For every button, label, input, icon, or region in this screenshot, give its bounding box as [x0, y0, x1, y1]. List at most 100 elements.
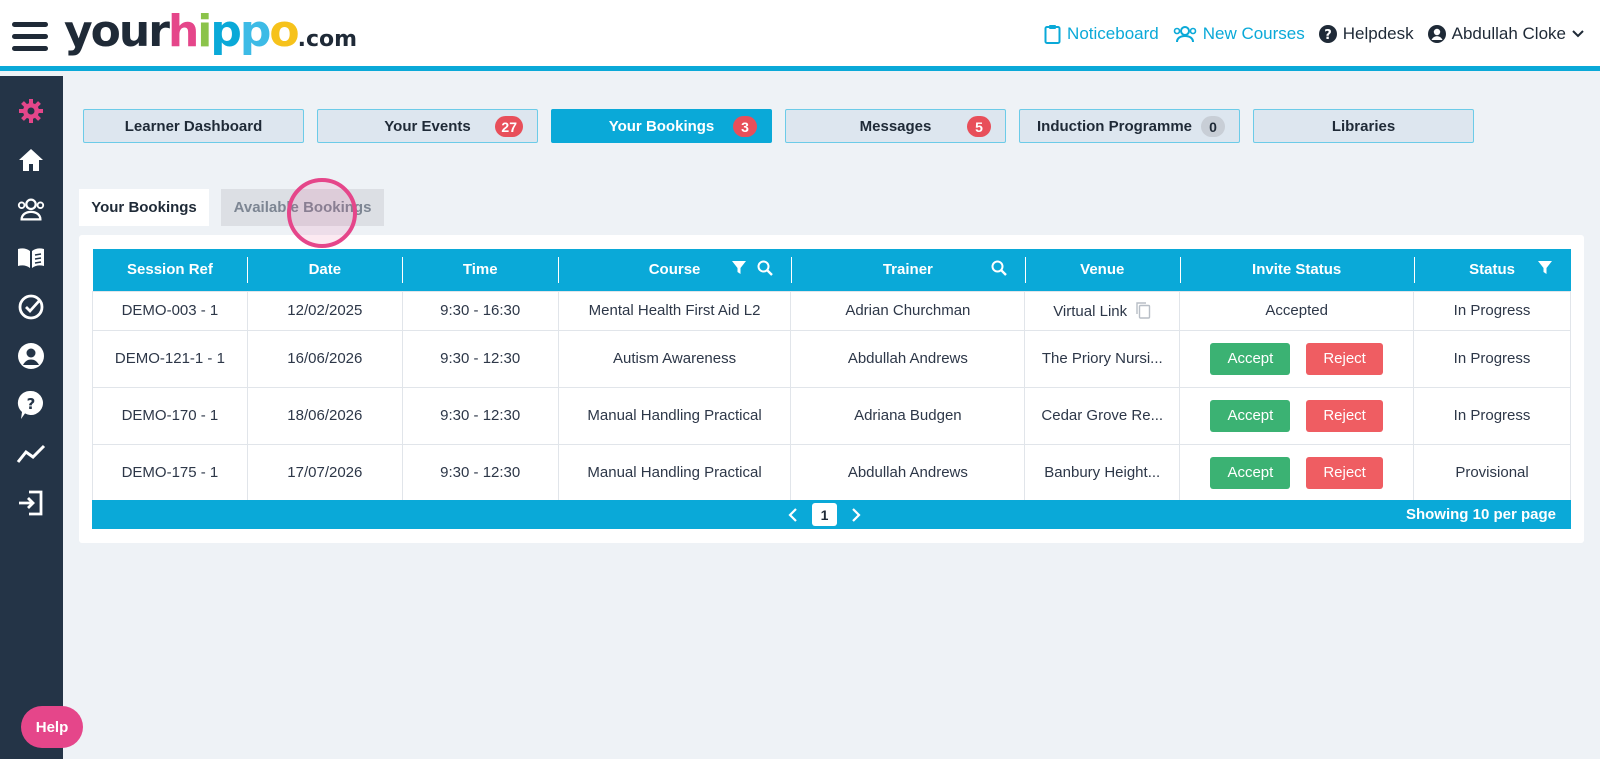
svg-text:?: ?: [27, 395, 36, 413]
col-venue[interactable]: Venue: [1024, 249, 1180, 291]
cell-invite-status: Accept Reject: [1179, 443, 1415, 502]
cell-date: 12/02/2025: [246, 290, 403, 331]
subtab-your-bookings[interactable]: Your Bookings: [79, 189, 209, 226]
cell-invite-status: Accept Reject: [1179, 386, 1415, 445]
count-badge: 0: [1201, 116, 1225, 137]
table-row: DEMO-170 - 1 18/06/2026 9:30 - 12:30 Man…: [92, 386, 1571, 445]
cell-time: 9:30 - 12:30: [401, 386, 559, 445]
page-number[interactable]: 1: [812, 503, 837, 526]
trend-icon[interactable]: [16, 439, 46, 469]
filter-icon[interactable]: [1537, 260, 1553, 276]
filter-icon[interactable]: [731, 260, 747, 276]
tab-libraries[interactable]: Libraries: [1253, 109, 1474, 143]
helpdesk-link[interactable]: ? Helpdesk: [1318, 24, 1414, 44]
cell-date: 18/06/2026: [246, 386, 403, 445]
top-nav: Noticeboard New Courses ? Helpdesk Abdul…: [1044, 24, 1584, 44]
tab-messages[interactable]: Messages 5: [785, 109, 1006, 143]
cell-status: Provisional: [1413, 443, 1571, 502]
users-icon: [1173, 26, 1197, 43]
tab-label: Messages: [859, 117, 932, 135]
check-circle-icon[interactable]: [16, 292, 46, 322]
col-course-label: Course: [648, 261, 701, 279]
cell-trainer: Adrian Churchman: [790, 290, 1026, 331]
cell-date: 16/06/2026: [246, 329, 403, 388]
cell-time: 9:30 - 12:30: [401, 329, 559, 388]
user-circle-icon: [1427, 25, 1446, 43]
tab-your-bookings[interactable]: Your Bookings 3: [551, 109, 772, 143]
table-header-row: Session Ref Date Time Course Trainer Ven…: [92, 249, 1571, 291]
col-session-ref[interactable]: Session Ref: [93, 249, 248, 291]
cell-venue: The Priory Nursi...: [1024, 329, 1181, 388]
count-badge: 5: [967, 116, 991, 137]
col-course[interactable]: Course: [558, 249, 791, 291]
yourhippo-logo[interactable]: your h i p p o .com: [64, 6, 357, 62]
cell-venue: Virtual Link: [1024, 290, 1181, 331]
help-bubble-icon[interactable]: ?: [16, 390, 46, 420]
users-icon[interactable]: [16, 194, 46, 224]
cell-course: Autism Awareness: [557, 329, 792, 388]
count-badge: 27: [495, 116, 523, 137]
venue-link[interactable]: Virtual Link: [1053, 303, 1127, 320]
tab-label: Induction Programme: [1036, 117, 1193, 135]
user-name: Abdullah Cloke: [1451, 24, 1566, 43]
cell-trainer: Abdullah Andrews: [790, 443, 1026, 502]
copy-icon[interactable]: [1135, 301, 1151, 319]
col-status[interactable]: Status: [1413, 249, 1571, 291]
tab-your-events[interactable]: Your Events 27: [317, 109, 538, 143]
cell-status: In Progress: [1413, 386, 1571, 445]
reject-button[interactable]: Reject: [1306, 342, 1383, 375]
cell-session-ref: DEMO-175 - 1: [92, 443, 248, 502]
col-status-label: Status: [1469, 261, 1515, 279]
noticeboard-label: Noticeboard: [1067, 24, 1159, 43]
pagination: 1: [788, 503, 861, 526]
gear-icon[interactable]: [16, 96, 46, 126]
cell-venue: Cedar Grove Re...: [1024, 386, 1181, 445]
question-circle-icon: ?: [1318, 25, 1337, 43]
search-icon[interactable]: [757, 260, 773, 276]
cell-time: 9:30 - 16:30: [401, 290, 559, 331]
app-header: your h i p p o .com Noticeboard New Courses ? …: [0, 0, 1600, 71]
book-icon[interactable]: [16, 243, 46, 273]
new-courses-label: New Courses: [1202, 24, 1305, 43]
cell-time: 9:30 - 12:30: [401, 443, 559, 502]
tab-label: Your Bookings: [608, 117, 715, 135]
logout-icon[interactable]: [16, 488, 46, 518]
tab-label: Your Events: [384, 117, 471, 135]
search-icon[interactable]: [991, 260, 1007, 276]
menu-icon[interactable]: [12, 22, 48, 52]
col-date[interactable]: Date: [247, 249, 402, 291]
noticeboard-link[interactable]: Noticeboard: [1044, 24, 1159, 44]
col-time[interactable]: Time: [402, 249, 558, 291]
user-menu[interactable]: Abdullah Cloke: [1427, 24, 1584, 44]
tab-learner-dashboard[interactable]: Learner Dashboard: [83, 109, 304, 143]
help-button[interactable]: Help: [21, 706, 83, 748]
col-invite-status[interactable]: Invite Status: [1179, 249, 1414, 291]
accept-button[interactable]: Accept: [1210, 342, 1291, 375]
cell-date: 17/07/2026: [246, 443, 403, 502]
accept-button[interactable]: Accept: [1210, 456, 1291, 489]
chevron-right-icon[interactable]: [851, 507, 861, 522]
cell-status: In Progress: [1413, 329, 1571, 388]
cell-invite-status: Accept Reject: [1179, 329, 1415, 388]
new-courses-link[interactable]: New Courses: [1173, 24, 1305, 44]
helpdesk-label: Helpdesk: [1342, 24, 1414, 43]
chevron-down-icon: [1572, 30, 1584, 38]
cell-session-ref: DEMO-170 - 1: [92, 386, 248, 445]
cell-trainer: Abdullah Andrews: [790, 329, 1026, 388]
reject-button[interactable]: Reject: [1306, 399, 1383, 432]
tab-label: Learner Dashboard: [124, 117, 263, 135]
table-row: DEMO-175 - 1 17/07/2026 9:30 - 12:30 Man…: [92, 443, 1571, 502]
tab-induction-programme[interactable]: Induction Programme 0: [1019, 109, 1240, 143]
reject-button[interactable]: Reject: [1306, 456, 1383, 489]
table-row: DEMO-121-1 - 1 16/06/2026 9:30 - 12:30 A…: [92, 329, 1571, 388]
table-footer: 1 Showing 10 per page: [92, 500, 1571, 529]
accept-button[interactable]: Accept: [1210, 399, 1291, 432]
cell-session-ref: DEMO-121-1 - 1: [92, 329, 248, 388]
col-trainer[interactable]: Trainer: [790, 249, 1025, 291]
chevron-left-icon[interactable]: [788, 507, 798, 522]
tab-label: Libraries: [1331, 117, 1396, 135]
user-circle-icon[interactable]: [16, 341, 46, 371]
home-icon[interactable]: [16, 145, 46, 175]
cell-trainer: Adriana Budgen: [790, 386, 1026, 445]
cell-session-ref: DEMO-003 - 1: [92, 290, 248, 331]
